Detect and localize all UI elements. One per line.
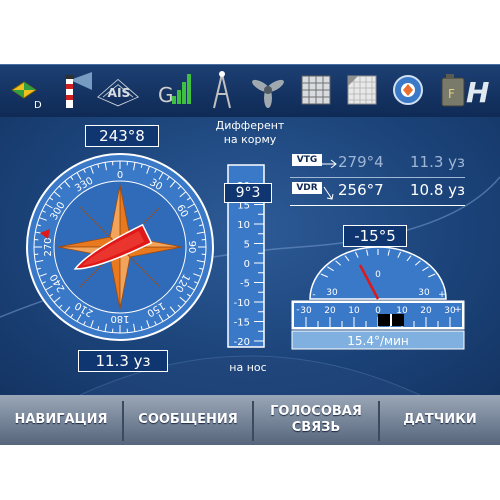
trim-bottom-label: на нос [229, 361, 267, 374]
trim-scale-label: 5 [244, 240, 250, 251]
tab-messages-label: СООБЩЕНИЯ [138, 412, 238, 427]
vtg-divider [290, 177, 465, 178]
rot-scale-label: 10 [348, 306, 360, 316]
rot-scale-label: 20 [324, 306, 336, 316]
compass-tick-label: 270 [43, 237, 54, 256]
rot-arc-sign: + [438, 290, 446, 300]
speed-readout: 11.3 уз [78, 350, 168, 372]
vdr-speed: 10.8 уз [410, 181, 466, 199]
anchor-icon[interactable]: D [2, 68, 46, 112]
trim-title-line2: на корму [223, 133, 277, 146]
tab-navigation-label: НАВИГАЦИЯ [14, 412, 108, 427]
target-icon[interactable] [386, 68, 430, 112]
grid-icon[interactable] [294, 68, 338, 112]
trim-scale-label: -5 [240, 279, 250, 290]
rot-rate-readout: 15.4°/мин [347, 334, 408, 348]
rot-arc-sign: - [312, 290, 315, 300]
rot-scale-label: 20 [420, 306, 432, 316]
tab-navigation[interactable]: НАВИГАЦИЯ [0, 395, 122, 445]
vtg-speed: 11.3 уз [410, 153, 466, 171]
rot-angle-readout: -15°5 [343, 225, 407, 247]
mast-icon[interactable] [200, 68, 244, 112]
trim-title: Дифферент на корму [205, 119, 295, 147]
rot-indicator: 30 0 30 - + 30 20 10 0 10 20 30 - + 15.4°/мин [291, 247, 465, 350]
rot-scale-sign: - [296, 305, 299, 315]
ais-label: AIS [107, 86, 130, 100]
tab-voice-label-line2: СВЯЗЬ [291, 420, 341, 435]
trim-readout: 9°3 [224, 183, 272, 203]
compass-tick-label: 0 [117, 170, 123, 181]
fuel-label: F [448, 87, 455, 101]
trim-title-line1: Дифферент [215, 119, 285, 132]
tab-sensors-label: ДАТЧИКИ [403, 412, 477, 427]
vdr-divider [290, 205, 465, 206]
tab-sensors[interactable]: ДАТЧИКИ [380, 395, 500, 445]
vtg-course: 279°4 [338, 153, 384, 171]
propeller-icon[interactable] [246, 68, 290, 112]
lighthouse-icon[interactable] [48, 68, 92, 112]
vdr-label: VDR [292, 182, 322, 194]
vtg-arrow-icon [322, 159, 337, 169]
helicopter-icon[interactable]: H [462, 68, 500, 112]
heading-readout: 243°8 [85, 125, 159, 147]
tab-messages[interactable]: СООБЩЕНИЯ [124, 395, 252, 445]
trim-scale-label: 0 [244, 259, 250, 270]
toolbar: D AIS G F H [0, 64, 500, 118]
rot-arc-label: 30 [418, 288, 430, 298]
vdr-arrow-icon [323, 186, 334, 200]
rot-arc-label: 30 [326, 288, 338, 298]
trim-scale-label: -20 [234, 337, 250, 348]
rot-scale-label: 30 [300, 306, 312, 316]
compass-rose: 0306090120150180210240270300330 [26, 153, 214, 341]
trim-scale-label: -10 [234, 298, 250, 309]
chart-icon[interactable] [340, 68, 384, 112]
trim-scale-label: -15 [234, 318, 250, 329]
signal-bars-icon[interactable]: G [150, 68, 194, 112]
compass-tick-label: 180 [110, 313, 129, 324]
screen: D AIS G F H 243°8 0 30 60 90 120 150 180… [0, 0, 500, 500]
rot-arc-label: 0 [375, 270, 381, 280]
rot-scale-sign: + [454, 305, 462, 315]
tab-voice-label-line1: ГОЛОСОВАЯ [270, 404, 362, 419]
vdr-course: 256°7 [338, 181, 384, 199]
svg-text:G: G [158, 83, 174, 107]
trim-scale-label: 10 [237, 220, 250, 231]
vtg-label: VTG [292, 154, 322, 166]
ais-icon[interactable]: AIS [96, 68, 140, 112]
bottom-menu: НАВИГАЦИЯ СООБЩЕНИЯ ГОЛОСОВАЯ СВЯЗЬ ДАТЧ… [0, 395, 500, 445]
dot-label: D [34, 100, 42, 111]
instrument-panel: 243°8 0 30 60 90 120 150 180 210 240 270 300 330 [0, 117, 500, 395]
compass-tick-label: 90 [186, 241, 197, 254]
heli-label: H [466, 76, 489, 109]
tab-voice[interactable]: ГОЛОСОВАЯ СВЯЗЬ [254, 395, 378, 445]
